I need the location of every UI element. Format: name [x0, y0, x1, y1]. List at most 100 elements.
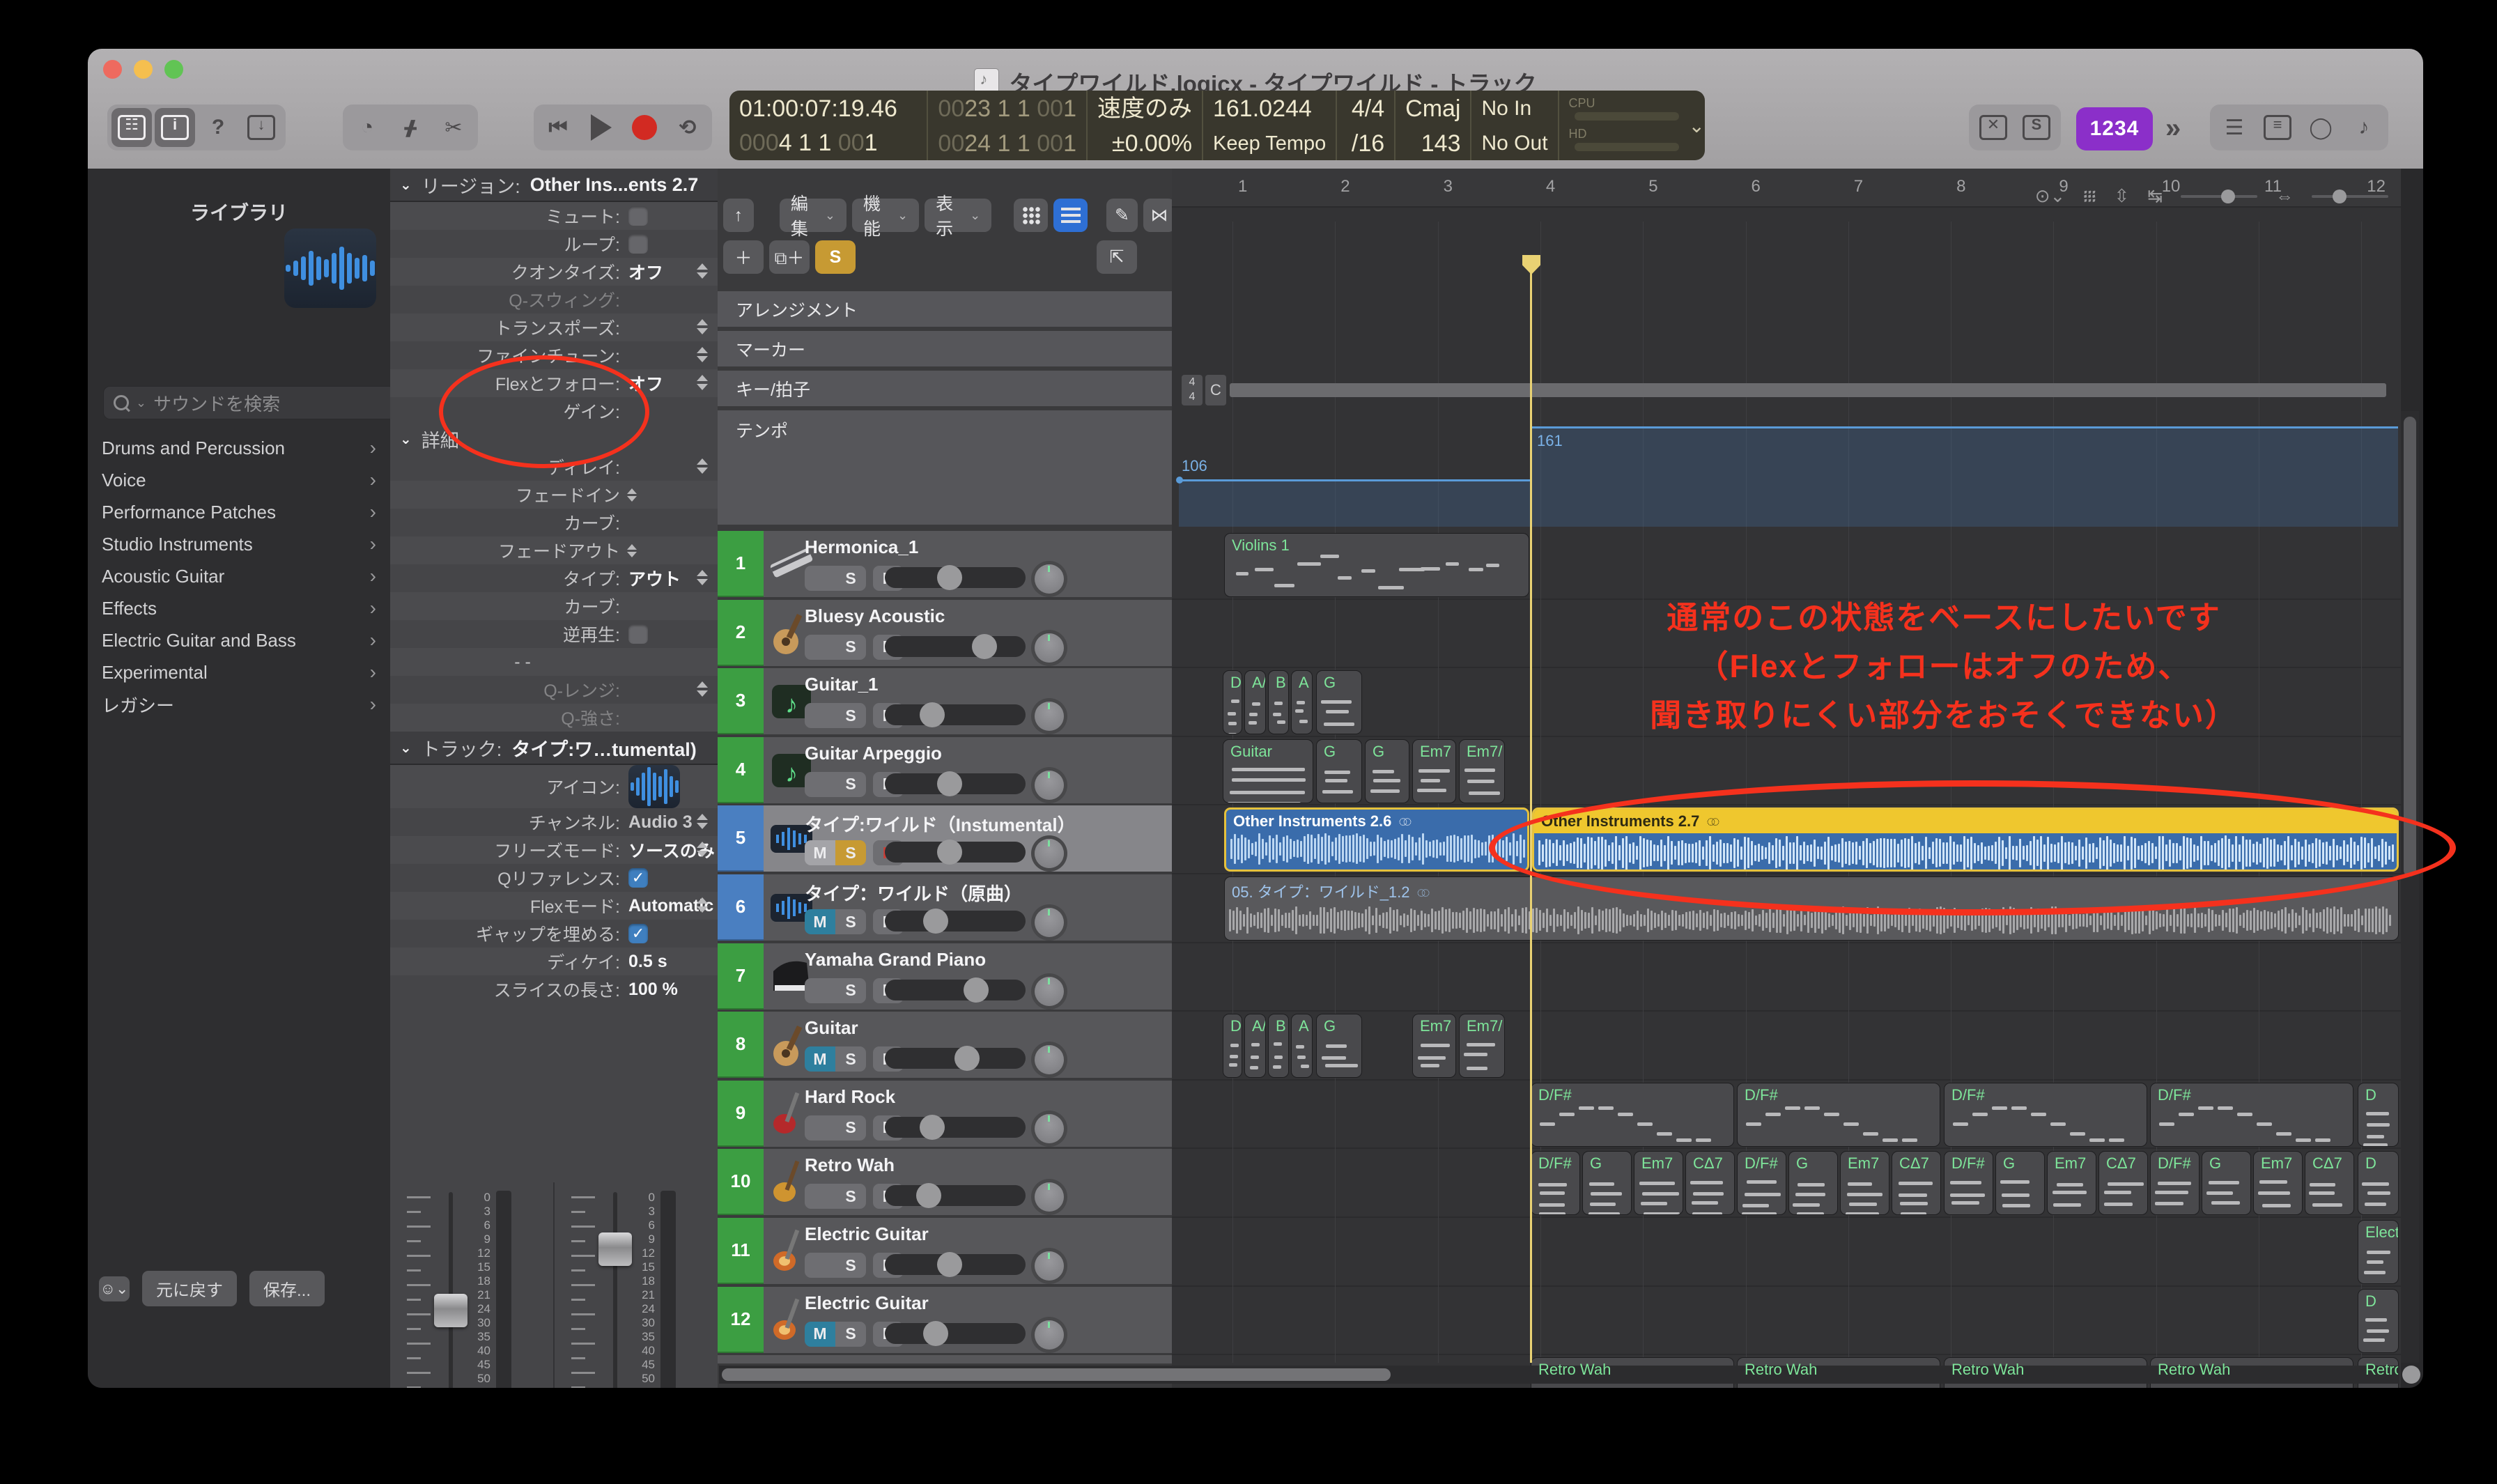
solo-button[interactable]: S: [835, 1253, 866, 1278]
inspector-toggle-button[interactable]: i: [155, 108, 195, 147]
mute-solo-buttons[interactable]: S: [805, 566, 866, 591]
arrange-lane-11[interactable]: [1172, 1287, 2401, 1356]
mute-solo-buttons[interactable]: MS: [805, 1046, 866, 1072]
region-G[interactable]: G: [2202, 1151, 2251, 1215]
region-inspector-row-1[interactable]: ループ:: [390, 230, 718, 258]
region-A[interactable]: A: [1291, 670, 1313, 734]
region-D/F#[interactable]: D/F#: [2150, 1083, 2353, 1147]
library-item-experimental[interactable]: Experimental›: [88, 656, 390, 688]
scissors-icon[interactable]: ✂: [433, 108, 474, 147]
region-Em7[interactable]: Em7: [2253, 1151, 2303, 1215]
signature-cell[interactable]: 44: [1182, 375, 1203, 405]
region-D/F#[interactable]: D/F#: [1944, 1083, 2147, 1147]
hide-tracks-button[interactable]: ⇱: [1097, 240, 1137, 274]
list-view-button[interactable]: [1053, 199, 1088, 232]
mute-solo-buttons[interactable]: S: [805, 703, 866, 728]
region-D/F#[interactable]: D/F#: [1737, 1151, 1786, 1215]
mute-button[interactable]: [805, 772, 835, 797]
solo-button[interactable]: S: [835, 566, 866, 591]
track-name[interactable]: Guitar: [805, 1017, 858, 1039]
volume-slider-thumb[interactable]: [923, 909, 948, 934]
volume-slider[interactable]: [885, 911, 1026, 932]
track-inspector-row-4[interactable]: Flexモード:Automatic: [390, 892, 718, 920]
mute-solo-buttons[interactable]: S: [805, 1115, 866, 1141]
checkbox-unchecked[interactable]: [628, 206, 648, 226]
volume-slider-thumb[interactable]: [937, 565, 962, 590]
tuner-icon[interactable]: ◔: [347, 108, 387, 147]
track-inspector-row-7[interactable]: スライスの長さ:100 %: [390, 975, 718, 1003]
track-name[interactable]: Retro Wah: [805, 1154, 895, 1176]
track-inspector-row-5[interactable]: ギャップを埋める:✓: [390, 920, 718, 948]
region-inspector-row-18[interactable]: Q-強さ:: [390, 704, 718, 732]
region-A[interactable]: A: [1291, 1014, 1313, 1078]
region-G[interactable]: G: [1316, 739, 1362, 803]
region-Other Instruments 2.6[interactable]: Other Instruments 2.6◌◌: [1224, 807, 1529, 872]
loop-browser-button[interactable]: ◯: [2301, 108, 2341, 147]
volume-slider[interactable]: [885, 1117, 1026, 1138]
zoom-slider-horizontal[interactable]: [2181, 195, 2257, 198]
mute-solo-buttons[interactable]: S: [805, 635, 866, 660]
pan-knob[interactable]: [1035, 1182, 1064, 1212]
region-G[interactable]: G: [1582, 1151, 1632, 1215]
arrange-lane-10[interactable]: [1172, 1218, 2401, 1287]
arrange-lane-6[interactable]: [1172, 943, 2401, 1012]
save-button[interactable]: 保存...: [249, 1271, 325, 1306]
track-header-4[interactable]: 4♪Guitar ArpeggioSR: [718, 737, 1172, 805]
region-inspector-row-4[interactable]: トランスポーズ:: [390, 314, 718, 341]
track-inspector-row-6[interactable]: ディケイ:0.5 s: [390, 948, 718, 975]
track-name[interactable]: Hard Rock: [805, 1086, 895, 1108]
fader-handle[interactable]: [598, 1232, 632, 1266]
pan-knob[interactable]: [1035, 977, 1064, 1006]
region-G[interactable]: G: [1316, 670, 1362, 734]
track-header-3[interactable]: 3♪Guitar_1SR: [718, 668, 1172, 736]
stepper-control[interactable]: [627, 544, 637, 557]
volume-slider[interactable]: [885, 1185, 1026, 1206]
mute-solo-buttons[interactable]: MS: [805, 1322, 866, 1347]
lcd-key[interactable]: Cmaj 143: [1396, 91, 1471, 160]
vertical-scrollbar[interactable]: [2401, 411, 2419, 1363]
region-inspector-row-0[interactable]: ミュート:: [390, 202, 718, 230]
region-Em7[interactable]: Em7: [1840, 1151, 1889, 1215]
volume-slider-thumb[interactable]: [937, 1252, 962, 1277]
glue-tool-icon[interactable]: ✎: [1106, 199, 1138, 232]
track-header-11[interactable]: 11Electric GuitarSR: [718, 1218, 1172, 1285]
checkbox-checked[interactable]: ✓: [628, 868, 648, 888]
patch-options-button[interactable]: ☺⌄: [99, 1276, 130, 1301]
region-inspector-row-15[interactable]: 逆再生:: [390, 620, 718, 648]
go-to-beginning-button[interactable]: ⏮: [538, 108, 578, 147]
region-inspector-row-11[interactable]: カーブ:: [390, 509, 718, 536]
region-inspector-row-12[interactable]: フェードアウト: [390, 536, 718, 564]
region-Em7[interactable]: Em7: [1634, 1151, 1683, 1215]
record-button[interactable]: [624, 108, 665, 147]
lcd-varispeed[interactable]: 速度のみ ±0.00%: [1088, 91, 1203, 160]
region-G[interactable]: G: [1365, 739, 1409, 803]
vertical-zoom-icon[interactable]: ⇳: [2114, 185, 2129, 207]
track-name[interactable]: Guitar_1: [805, 674, 879, 695]
mute-solo-buttons[interactable]: S: [805, 1184, 866, 1209]
region-B[interactable]: B: [1268, 670, 1289, 734]
track-inspector-row-0[interactable]: アイコン:: [390, 765, 718, 808]
region-inspector-row-3[interactable]: Q-スウィング:: [390, 286, 718, 314]
lcd-time-signature[interactable]: 4/4 /16: [1337, 91, 1396, 160]
library-item--[interactable]: レガシー›: [88, 688, 390, 720]
pan-knob[interactable]: [1035, 564, 1064, 594]
lcd-chevron-down-icon[interactable]: ⌄: [1689, 114, 1705, 137]
mute-solo-buttons[interactable]: S: [805, 978, 866, 1003]
library-item-performance-patches[interactable]: Performance Patches›: [88, 496, 390, 528]
solo-button[interactable]: S: [835, 1115, 866, 1141]
library-item-drums-and-percussion[interactable]: Drums and Percussion›: [88, 432, 390, 464]
key-cell[interactable]: C: [1205, 375, 1226, 405]
region-Electric[interactable]: Electric: [2358, 1220, 2399, 1284]
add-track-button[interactable]: ＋: [723, 240, 764, 274]
region-inspector-row-17[interactable]: Q-レンジ:: [390, 676, 718, 704]
solo-button[interactable]: S: [835, 703, 866, 728]
track-header-8[interactable]: 8GuitarMSR: [718, 1012, 1172, 1079]
volume-slider-thumb[interactable]: [937, 840, 962, 865]
track-name[interactable]: Guitar Arpeggio: [805, 743, 942, 764]
region-D/F#[interactable]: D/F#: [1531, 1083, 1734, 1147]
checkbox-unchecked[interactable]: [628, 234, 648, 254]
pan-knob[interactable]: [1035, 1320, 1064, 1350]
pan-knob[interactable]: [1035, 1251, 1064, 1281]
play-button[interactable]: [581, 108, 621, 147]
volume-slider[interactable]: [885, 980, 1026, 1000]
